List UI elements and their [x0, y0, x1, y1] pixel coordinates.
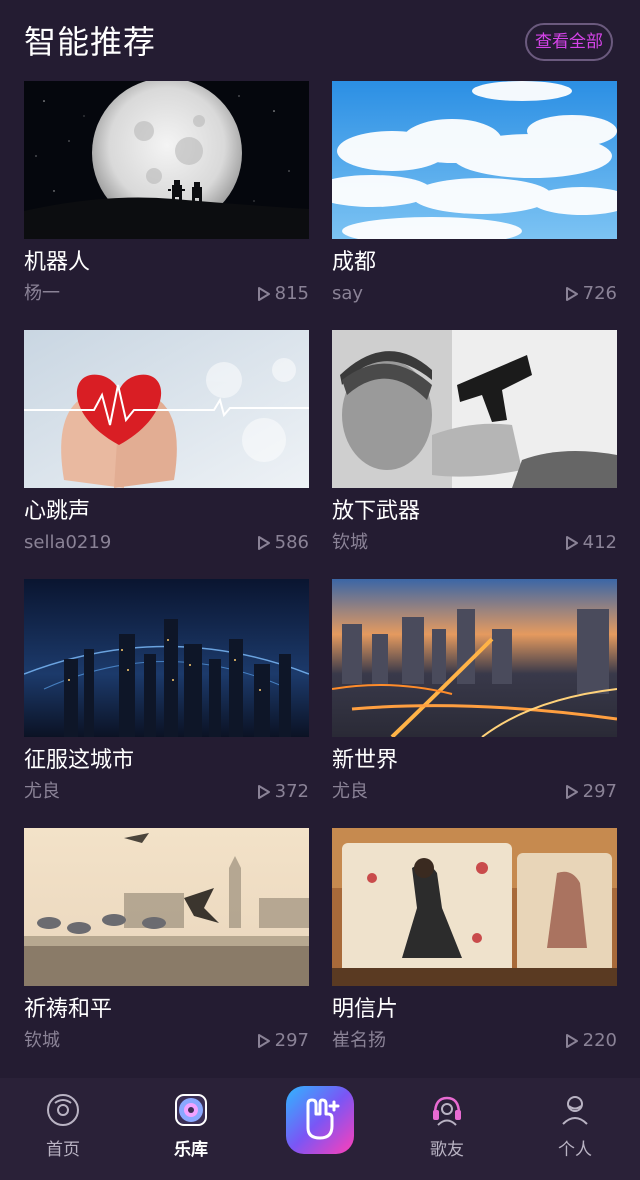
boy-gun-image[interactable] [332, 330, 617, 488]
card-title: 明信片 [332, 997, 399, 1022]
view-all-button[interactable]: 查看全部 [525, 23, 613, 61]
card-author: sella0219 [24, 532, 112, 553]
postcards-image[interactable] [332, 828, 617, 986]
card-title: 心跳声 [24, 499, 91, 524]
heart-hands-image[interactable] [24, 330, 309, 488]
play-count: 297 [257, 1028, 309, 1054]
tab-library[interactable]: 乐库 [141, 1078, 241, 1180]
tab-friends-label: 歌友 [430, 1140, 464, 1160]
tab-library-label: 乐库 [174, 1140, 208, 1160]
card-title: 成都 [332, 250, 377, 275]
disc-icon [45, 1092, 81, 1128]
play-icon [565, 286, 579, 302]
header: 智能推荐 查看全部 [0, 0, 640, 80]
card-author: say [332, 283, 364, 304]
card-author: 尤良 [24, 781, 60, 802]
play-count-value: 220 [582, 1030, 617, 1051]
card-title: 新世界 [332, 748, 399, 773]
play-count-value: 297 [274, 1030, 309, 1051]
card-author: 杨一 [24, 283, 60, 304]
card-title: 机器人 [24, 250, 91, 275]
play-count: 412 [565, 530, 617, 556]
page-title: 智能推荐 [24, 23, 157, 61]
play-count: 726 [565, 281, 617, 307]
card-title: 祈祷和平 [24, 997, 113, 1022]
playlist-card[interactable]: 明信片 崔名扬 220 [332, 828, 617, 1063]
card-author: 尤良 [332, 781, 368, 802]
play-icon [257, 784, 271, 800]
playlist-card[interactable]: 机器人 杨一 815 [24, 81, 309, 316]
play-icon [257, 1033, 271, 1049]
tab-profile[interactable]: 个人 [525, 1078, 625, 1180]
play-icon [565, 1033, 579, 1049]
play-count-value: 815 [274, 283, 309, 304]
sky-clouds-image[interactable] [332, 81, 617, 239]
bottom-tab-bar: 首页 乐库 歌友 个人 [0, 1078, 640, 1180]
play-icon [257, 286, 271, 302]
speaker-icon [173, 1092, 209, 1128]
card-title: 征服这城市 [24, 748, 135, 773]
tab-home-label: 首页 [46, 1140, 80, 1160]
tab-profile-label: 个人 [558, 1140, 592, 1160]
card-author: 钦城 [24, 1030, 60, 1051]
headphones-person-icon [429, 1092, 465, 1128]
playlist-card[interactable]: 新世界 尤良 297 [332, 579, 617, 814]
rock-hand-icon [306, 1098, 340, 1140]
card-author: 钦城 [332, 532, 368, 553]
play-icon [257, 535, 271, 551]
city-night-image[interactable] [332, 579, 617, 737]
play-count: 220 [565, 1028, 617, 1054]
person-icon [557, 1092, 593, 1128]
playlist-card[interactable]: 祈祷和平 钦城 297 [24, 828, 309, 1063]
tab-friends[interactable]: 歌友 [397, 1078, 497, 1180]
play-count: 297 [565, 779, 617, 805]
playlist-card[interactable]: 征服这城市 尤良 372 [24, 579, 309, 814]
play-icon [565, 784, 579, 800]
playlist-card[interactable]: 心跳声 sella0219 586 [24, 330, 309, 565]
play-count-value: 726 [582, 283, 617, 304]
play-icon [565, 535, 579, 551]
play-count: 586 [257, 530, 309, 556]
city-globe-image[interactable] [24, 579, 309, 737]
card-title: 放下武器 [332, 499, 421, 524]
playlist-card[interactable]: 放下武器 钦城 412 [332, 330, 617, 565]
play-count-value: 586 [274, 532, 309, 553]
moon-robots-image[interactable] [24, 81, 309, 239]
create-button[interactable] [286, 1086, 354, 1154]
play-count: 372 [257, 779, 309, 805]
play-count-value: 297 [582, 781, 617, 802]
playlist-card[interactable]: 成都 say 726 [332, 81, 617, 316]
play-count-value: 372 [274, 781, 309, 802]
card-author: 崔名扬 [332, 1030, 386, 1051]
pigeons-london-image[interactable] [24, 828, 309, 986]
play-count: 815 [257, 281, 309, 307]
tab-home[interactable]: 首页 [13, 1078, 113, 1180]
play-count-value: 412 [582, 532, 617, 553]
